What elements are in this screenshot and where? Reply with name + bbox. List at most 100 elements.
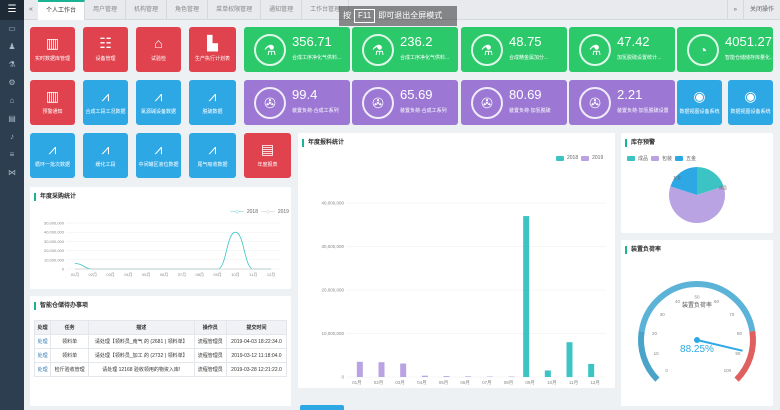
factory-icon: ⌂ (154, 35, 163, 51)
tile-buffer-section[interactable]: ⩘ 缓化工段 (83, 133, 128, 178)
tab-scroll-right-icon[interactable]: » (726, 0, 743, 20)
load-panel: 装置负荷率 0 10 20 30 40 50 60 70 80 90 100 装置负荷率 88.25… (621, 240, 773, 406)
x-tick-label: 10月 (231, 272, 239, 277)
tile-data-view[interactable]: ◉ 数据视图设备系统 (677, 80, 722, 125)
x-tick-label: 11月 (569, 380, 578, 386)
tab-menu-permissions[interactable]: 菜单权限管理 (208, 0, 262, 20)
time-cell: 2019-03-28 12:21:22.0 (225, 362, 288, 377)
tab-user-management[interactable]: 用户管理 (85, 0, 127, 20)
gauge-tick-label: 50 (694, 295, 700, 300)
x-tick-label: 01月 (352, 380, 362, 386)
col-header: 提交时间 (225, 320, 288, 335)
stat-card[interactable]: ◔ 4051.27 智能仓储储存库量化... (677, 27, 774, 72)
bar-2018-10月 (544, 370, 551, 377)
fullscreen-notice: 按 F11 即可退出全屏模式 (339, 6, 457, 26)
line-chart-icon: ⩘ (101, 88, 110, 104)
tile-tank-level[interactable]: ⩘ 中间罐区液位数据 (136, 133, 181, 178)
pie-chart-icon: ◔ (687, 34, 719, 66)
eye-icon: ◉ (693, 88, 706, 104)
tile-test[interactable]: ⌂ 试验检 (136, 27, 181, 72)
share-icon[interactable]: ⋈ (0, 164, 24, 182)
storage-bar-chart: 40,000,000 30,000,000 20,000,000 10,000,000… (321, 201, 606, 386)
desc-cell: 请处理【领料员_加工 的 (2732 ) 领料单】 (88, 348, 195, 363)
x-tick-label: 07月 (178, 272, 186, 277)
home-icon[interactable]: ⌂ (0, 92, 24, 110)
gear-icon[interactable]: ⚙ (0, 74, 24, 92)
process-link[interactable]: 处理 (38, 367, 48, 373)
tile-chlor-alkali[interactable]: ⩘ 氯源碱设备数据 (136, 80, 181, 125)
tile-tail-gas[interactable]: ⩘ 尾气吸收数据 (189, 133, 236, 178)
tile-production-plan[interactable]: ▙ 生产执行计划表 (189, 27, 236, 72)
stat-card[interactable]: ✇ 2.21 装置负荷·加氢脱硫设置 (569, 80, 675, 125)
flask-icon[interactable]: ⚗ (0, 56, 24, 74)
y-tick-label: 30,000,000 (44, 239, 65, 244)
tile-realtime-db[interactable]: ▥ 实时数据库管理 (30, 27, 75, 72)
process-link[interactable]: 处理 (38, 353, 48, 359)
stat-value: 80.69 (509, 87, 542, 102)
x-tick-label: 09月 (213, 272, 221, 277)
tab-role-management[interactable]: 角色管理 (167, 0, 209, 20)
tile-warning[interactable]: ▥ 预警通知 (30, 80, 75, 125)
compass-icon: ✇ (362, 87, 394, 119)
process-link[interactable]: 处理 (38, 339, 48, 345)
bar-2018-11月 (566, 342, 573, 377)
operator-cell: 流程管理员 (193, 362, 227, 377)
x-tick-label: 04月 (124, 272, 132, 277)
x-tick-label: 08月 (196, 272, 204, 277)
stat-card[interactable]: ⚗ 356.71 合成工序净化气供料... (244, 27, 350, 72)
tab-workbench[interactable]: 个人工作台 (38, 0, 86, 20)
stat-card[interactable]: ⚗ 48.75 合成精金属加分... (461, 27, 567, 72)
stat-card[interactable]: ✇ 80.69 装置负荷·加氢脱硫 (461, 80, 567, 125)
tab-org-management[interactable]: 机构管理 (126, 0, 168, 20)
building-icon: ▙ (207, 35, 218, 51)
tile-label: 设备管理 (95, 56, 116, 62)
tile-label: 数据视图设备系统 (679, 109, 720, 115)
task-cell: 检斤验收管理 (50, 362, 89, 377)
f11-key: F11 (354, 9, 376, 23)
bell-icon[interactable]: ♪ (0, 128, 24, 146)
table-row: 处理 检斤验收管理 请处理 12168 验收领用的物资入库! 流程管理员 201… (33, 362, 288, 377)
tile-label: 缓化工段 (95, 162, 116, 168)
stat-value: 65.69 (400, 87, 433, 102)
tile-desulfurization[interactable]: ⩘ 脱硫数据 (189, 80, 236, 125)
user-icon[interactable]: ♟ (0, 38, 24, 56)
flask-icon: ⚗ (471, 34, 503, 66)
col-header: 描述 (88, 320, 195, 335)
close-operations-menu[interactable]: 关闭操作 (742, 0, 780, 20)
tile-data-view[interactable]: ◉ 数据视图设备系统 (728, 80, 773, 125)
tab-notice-management[interactable]: 通知管理 (261, 0, 303, 20)
stat-value: 2.21 (617, 87, 643, 102)
purchase-line-chart: 50,000,000 40,000,000 30,000,000 20,000,000… (44, 221, 280, 277)
line-chart-icon: ⩘ (154, 141, 163, 157)
tile-label: 合成工段工况数据 (85, 109, 126, 115)
stat-card[interactable]: ⚗ 47.42 加氢脱硫设置统计... (569, 27, 675, 72)
flask-icon: ⚗ (254, 34, 286, 66)
monitor-icon[interactable]: ▭ (0, 20, 24, 38)
gauge-tick-label: 0 (665, 368, 668, 373)
list-icon[interactable]: ≡ (0, 146, 24, 164)
chart-icon[interactable]: ▤ (0, 110, 24, 128)
bar-2019-01月 (356, 361, 363, 377)
tile-synthesis-data[interactable]: ⩘ 合成工段工况数据 (83, 80, 128, 125)
stat-label: 加氢脱硫设置统计... (617, 55, 662, 61)
stat-card[interactable]: ✇ 99.4 装置负荷·合成工系列 (244, 80, 350, 125)
stat-card[interactable]: ⚗ 236.2 合成工序净化气供料... (352, 27, 458, 72)
line-chart-icon: ⩘ (101, 141, 110, 157)
table-row: 处理 领料单 请处理【领料员_加工 的 (2732 ) 领料单】 流程管理员 2… (33, 348, 288, 363)
gauge-tick-label: 80 (737, 331, 743, 336)
x-tick-label: 06月 (460, 380, 470, 386)
x-tick-label: 02月 (89, 272, 97, 277)
menu-icon[interactable]: ☰ (0, 0, 24, 20)
stat-card[interactable]: ✇ 65.69 装置负荷·合成工系列 (352, 80, 458, 125)
stat-label: 合成工序净化气供料... (292, 55, 342, 61)
tab-scroll-left-icon[interactable]: « (24, 0, 38, 20)
x-tick-label: 08月 (504, 380, 514, 386)
tile-annual-report[interactable]: ▤ 年度报表 (244, 133, 291, 178)
y-tick-label: 30,000,000 (321, 244, 344, 249)
bar-2019-06月 (465, 376, 472, 377)
tile-equipment[interactable]: ☷ 设备管理 (83, 27, 128, 72)
more-button[interactable] (300, 405, 344, 410)
tile-cycle-batch[interactable]: ⩘ 循环一批次数据 (30, 133, 75, 178)
line-chart-icon: ⩘ (48, 141, 57, 157)
x-tick-label: 02月 (374, 380, 384, 386)
